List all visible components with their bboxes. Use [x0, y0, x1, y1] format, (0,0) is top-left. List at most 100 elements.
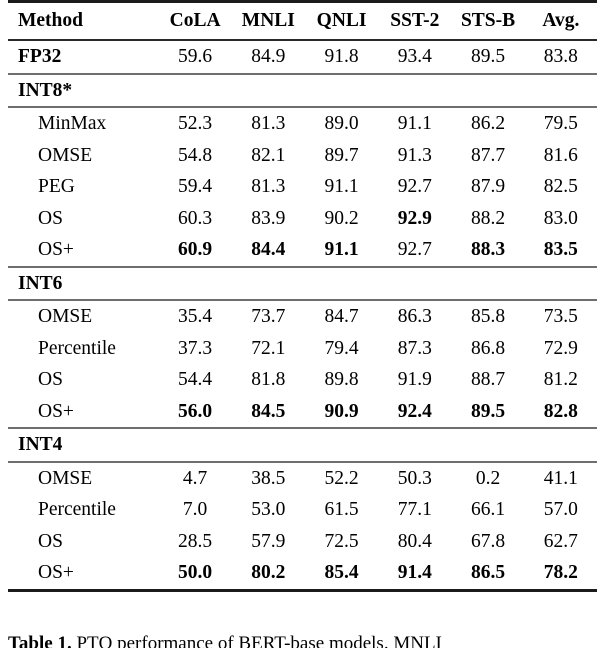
cell-sst2: 92.7	[397, 176, 432, 197]
table-caption: Table 1. PTQ performance of BERT-base mo…	[8, 632, 597, 648]
cell-cola: 54.4	[178, 369, 213, 390]
cell-stsb: 87.9	[470, 176, 506, 197]
cell-avg	[525, 268, 597, 301]
cell-avg: 81.2	[543, 369, 578, 390]
row-label: INT8*	[18, 79, 73, 101]
row-label: Percentile	[38, 499, 116, 520]
cell-mnli	[232, 268, 305, 301]
cell-avg: 82.8	[543, 400, 578, 422]
results-table-figure: Method CoLA MNLI QNLI SST-2 STS-B Avg. F…	[0, 0, 608, 648]
cell-sst2: 92.9	[397, 207, 432, 229]
cell-qnli: 52.2	[324, 467, 359, 489]
cell-stsb: 86.5	[470, 562, 506, 583]
cell-sst2: 91.1	[397, 113, 432, 134]
cell-avg: 82.5	[543, 176, 578, 197]
row-label: FP32	[18, 46, 62, 67]
cell-avg: 83.5	[543, 239, 578, 260]
cell-cola: 28.5	[178, 530, 213, 552]
table-row: Percentile 7.0 53.0 61.5 77.1 66.1 57.0	[8, 494, 597, 526]
cell-mnli: 83.9	[251, 207, 286, 229]
cell-qnli	[305, 75, 378, 108]
cell-cola: 35.4	[178, 306, 213, 327]
row-label: OS	[38, 207, 63, 229]
cell-stsb: 88.2	[470, 207, 506, 229]
table-footer	[8, 588, 597, 593]
row-label: OMSE	[38, 467, 93, 489]
table-group-row: INT8*	[8, 75, 597, 108]
cell-cola: 60.9	[178, 239, 213, 260]
cell-sst2: 87.3	[397, 337, 432, 359]
cell-stsb: 85.8	[470, 306, 506, 327]
cell-avg: 72.9	[543, 337, 578, 359]
cell-mnli: 84.9	[251, 46, 286, 67]
row-label: MinMax	[38, 113, 107, 134]
results-table: Method CoLA MNLI QNLI SST-2 STS-B Avg. F…	[8, 0, 597, 593]
cell-stsb	[451, 75, 524, 108]
table-row: OS+ 60.9 84.4 91.1 92.7 88.3 83.5	[8, 234, 597, 267]
cell-mnli	[232, 429, 305, 462]
cell-sst2: 50.3	[397, 467, 432, 489]
cell-mnli: 72.1	[251, 337, 286, 359]
table-row: Percentile 37.3 72.1 79.4 87.3 86.8 72.9	[8, 333, 597, 365]
cell-sst2: 91.4	[397, 562, 432, 583]
cell-qnli: 61.5	[324, 499, 359, 520]
cell-qnli: 79.4	[324, 337, 359, 359]
cell-qnli: 90.2	[324, 207, 359, 229]
cell-sst2	[378, 429, 451, 462]
row-label: OS	[38, 369, 63, 390]
cell-cola: 52.3	[178, 113, 213, 134]
table-row: OS 60.3 83.9 90.2 92.9 88.2 83.0	[8, 203, 597, 235]
cell-qnli: 89.7	[324, 144, 359, 166]
row-label: INT4	[18, 434, 63, 455]
cell-cola: 54.8	[178, 144, 213, 166]
column-header-stsb: STS-B	[460, 10, 516, 31]
column-header-mnli: MNLI	[241, 10, 295, 31]
cell-avg: 79.5	[543, 113, 578, 134]
cell-mnli: 81.3	[251, 176, 286, 197]
cell-cola: 59.4	[178, 176, 213, 197]
row-label: OS	[38, 530, 63, 552]
cell-qnli: 85.4	[324, 562, 359, 583]
row-label: INT6	[18, 272, 63, 294]
cell-avg	[525, 429, 597, 462]
cell-cola	[159, 75, 232, 108]
cell-stsb: 87.7	[470, 144, 506, 166]
cell-sst2: 77.1	[397, 499, 432, 520]
row-label: OS+	[38, 400, 74, 422]
column-header-avg: Avg.	[542, 10, 580, 31]
table-row: FP32 59.6 84.9 91.8 93.4 89.5 83.8	[8, 41, 597, 74]
cell-sst2: 91.9	[397, 369, 432, 390]
table-row: OS 28.5 57.9 72.5 80.4 67.8 62.7	[8, 526, 597, 558]
table-row: OS+ 56.0 84.5 90.9 92.4 89.5 82.8	[8, 396, 597, 429]
cell-mnli: 84.4	[251, 239, 286, 260]
cell-stsb: 86.8	[470, 337, 506, 359]
column-header-sst2: SST-2	[390, 10, 440, 31]
table-row: OS+ 50.0 80.2 85.4 91.4 86.5 78.2	[8, 557, 597, 590]
cell-cola: 4.7	[182, 467, 208, 489]
cell-mnli: 84.5	[251, 400, 286, 422]
row-label: OMSE	[38, 144, 93, 166]
cell-cola: 56.0	[178, 400, 213, 422]
cell-sst2: 91.3	[397, 144, 432, 166]
cell-qnli	[305, 429, 378, 462]
cell-qnli: 90.9	[324, 400, 359, 422]
cell-sst2: 80.4	[397, 530, 432, 552]
cell-qnli: 89.8	[324, 369, 359, 390]
column-header-cola: CoLA	[169, 10, 221, 31]
table-row: OS 54.4 81.8 89.8 91.9 88.7 81.2	[8, 364, 597, 396]
cell-stsb: 88.3	[470, 239, 506, 260]
cell-stsb: 0.2	[475, 467, 501, 489]
cell-qnli: 89.0	[324, 113, 359, 134]
cell-cola: 7.0	[182, 499, 208, 520]
caption-label: Table 1.	[8, 633, 72, 648]
cell-sst2: 86.3	[397, 306, 432, 327]
cell-mnli: 73.7	[251, 306, 286, 327]
cell-avg: 73.5	[543, 306, 578, 327]
cell-stsb: 86.2	[470, 113, 506, 134]
cell-cola: 50.0	[178, 562, 213, 583]
table-header: Method CoLA MNLI QNLI SST-2 STS-B Avg.	[8, 0, 597, 42]
table-group-row: INT4	[8, 429, 597, 462]
row-label: PEG	[38, 176, 75, 197]
cell-mnli: 81.3	[251, 113, 286, 134]
cell-stsb	[451, 429, 524, 462]
